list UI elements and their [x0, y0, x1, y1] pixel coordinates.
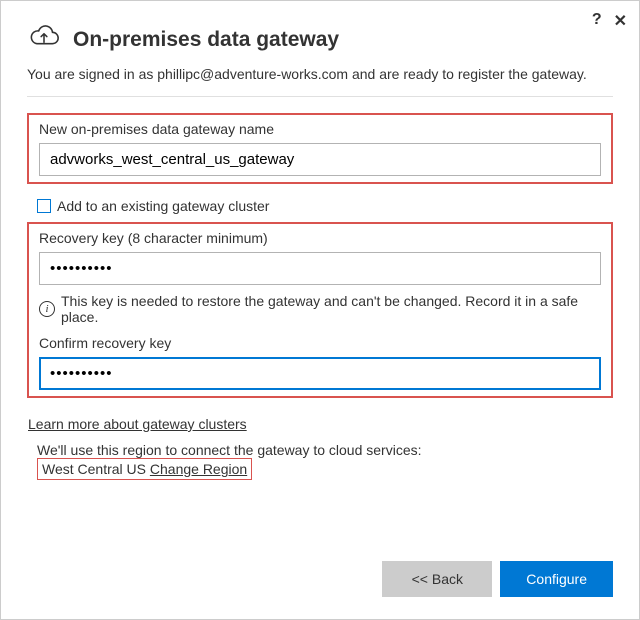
page-title: On-premises data gateway [73, 28, 339, 52]
close-icon[interactable]: ✕ [614, 11, 627, 31]
region-text: We'll use this region to connect the gat… [27, 432, 613, 480]
recovery-key-input[interactable] [39, 252, 601, 285]
signed-in-text: You are signed in as phillipc@adventure-… [1, 66, 639, 96]
add-cluster-checkbox[interactable] [37, 199, 51, 213]
divider [27, 96, 613, 97]
configure-button[interactable]: Configure [500, 561, 613, 597]
recovery-key-section: Recovery key (8 character minimum) i Thi… [27, 222, 613, 398]
confirm-key-label: Confirm recovery key [39, 335, 601, 351]
help-icon[interactable]: ? [592, 11, 602, 31]
region-name: West Central US [42, 461, 146, 477]
recovery-key-label: Recovery key (8 character minimum) [39, 230, 601, 246]
gateway-name-section: New on-premises data gateway name [27, 113, 613, 184]
back-button[interactable]: << Back [382, 561, 492, 597]
confirm-key-input[interactable] [39, 357, 601, 390]
cloud-gateway-icon [27, 21, 61, 58]
info-icon: i [39, 301, 55, 317]
change-region-link[interactable]: Change Region [150, 461, 247, 477]
gateway-name-input[interactable] [39, 143, 601, 176]
learn-more-link[interactable]: Learn more about gateway clusters [28, 416, 247, 432]
recovery-info-text: This key is needed to restore the gatewa… [61, 293, 601, 325]
add-cluster-label: Add to an existing gateway cluster [57, 198, 269, 214]
gateway-name-label: New on-premises data gateway name [39, 121, 601, 137]
